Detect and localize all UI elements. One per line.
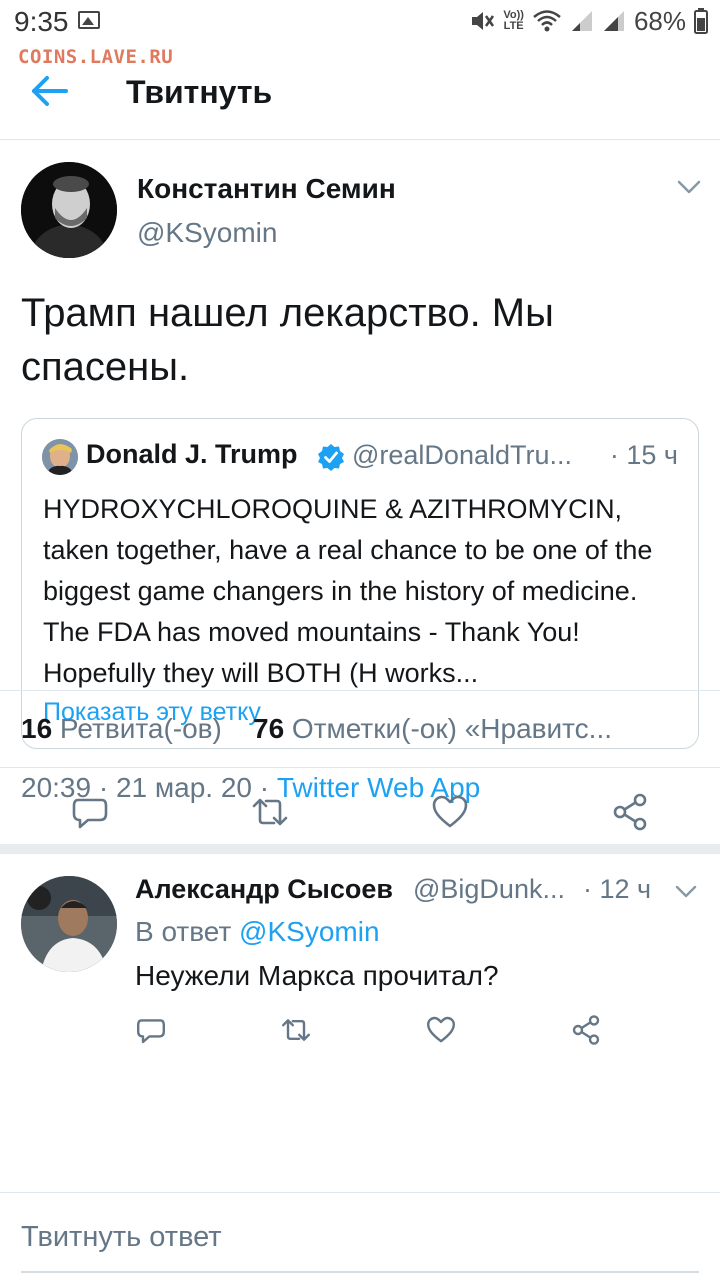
back-arrow-icon[interactable] <box>30 74 70 108</box>
input-underline <box>21 1271 699 1273</box>
mute-icon <box>472 12 495 30</box>
comment-icon[interactable] <box>70 792 110 832</box>
battery-level: 68% <box>633 5 686 36</box>
retweet-icon[interactable] <box>250 792 290 832</box>
retweet-icon[interactable] <box>280 1014 312 1046</box>
verified-badge-icon <box>318 444 344 471</box>
retweets-label: Ретвита(-ов) <box>52 713 222 744</box>
quote-author-name: Donald J. Trump <box>86 439 298 469</box>
reply-author-name[interactable]: Александр Сысоев <box>135 874 393 905</box>
tweet-stats: 16 Ретвита(-ов) 76 Отметки(-ок) «Нравитс… <box>0 690 720 768</box>
quote-author-handle: @realDonaldTru... <box>352 440 572 470</box>
comment-icon[interactable] <box>135 1014 167 1046</box>
reply-compose-bar: Твитнуть ответ <box>0 1192 720 1280</box>
heart-icon[interactable] <box>425 1014 457 1046</box>
wifi-icon <box>533 10 561 32</box>
tweet-text: Трамп нашел лекарство. Мы спасены. <box>21 291 554 389</box>
reply-author-handle[interactable]: @BigDunk... <box>413 874 573 905</box>
avatar-image <box>21 162 117 258</box>
reply-tweet[interactable]: Александр Сысоев @BigDunk... · 12 ч В от… <box>0 864 720 1052</box>
reply-time: · 12 ч <box>583 874 652 904</box>
signal-2-icon <box>603 11 624 31</box>
author-handle[interactable]: @KSyomin <box>137 217 277 249</box>
status-bar: 9:35 Vo)) LTE 68% <box>0 0 720 44</box>
share-icon[interactable] <box>570 1014 602 1046</box>
signal-1-icon <box>571 11 592 31</box>
author-avatar[interactable] <box>21 162 117 258</box>
quote-avatar-image <box>42 439 78 475</box>
quote-avatar <box>42 439 78 475</box>
in-reply-to: В ответ @KSyomin <box>135 916 380 948</box>
reply-text: Неужели Маркса прочитал? <box>135 960 499 991</box>
image-notification-icon <box>78 11 100 29</box>
quote-time: · 15 ч <box>609 440 678 470</box>
retweets-stat[interactable]: 16 Ретвита(-ов) <box>21 713 222 744</box>
likes-count: 76 <box>253 713 285 744</box>
volte-bottom-label: LTE <box>503 20 524 32</box>
chevron-down-icon[interactable] <box>676 178 702 196</box>
reply-input[interactable]: Твитнуть ответ <box>21 1221 222 1254</box>
battery-icon <box>694 8 708 34</box>
author-name[interactable]: Константин Семин <box>137 173 396 205</box>
quote-text: HYDROXYCHLOROQUINE & AZITHROMYCIN, taken… <box>43 494 653 688</box>
heart-icon[interactable] <box>430 792 470 832</box>
in-reply-mention[interactable]: @KSyomin <box>239 916 379 947</box>
volte-icon: Vo)) LTE <box>503 10 524 32</box>
page-title: Твитнуть <box>126 74 273 110</box>
tweet-action-bar <box>0 768 720 854</box>
likes-stat[interactable]: 76 Отметки(-ок) «Нравитс... <box>253 713 612 744</box>
share-icon[interactable] <box>610 792 650 832</box>
retweets-count: 16 <box>21 713 53 744</box>
watermark: COINS.LAVE.RU <box>18 46 174 68</box>
likes-label: Отметки(-ок) «Нравитс... <box>284 713 613 744</box>
reply-author-avatar[interactable] <box>21 876 117 972</box>
status-time: 9:35 <box>14 6 69 37</box>
in-reply-prefix: В ответ <box>135 916 240 947</box>
reply-avatar-image <box>21 876 117 972</box>
chevron-down-icon[interactable] <box>674 884 698 900</box>
status-icons: Vo)) LTE 68% <box>469 6 708 36</box>
